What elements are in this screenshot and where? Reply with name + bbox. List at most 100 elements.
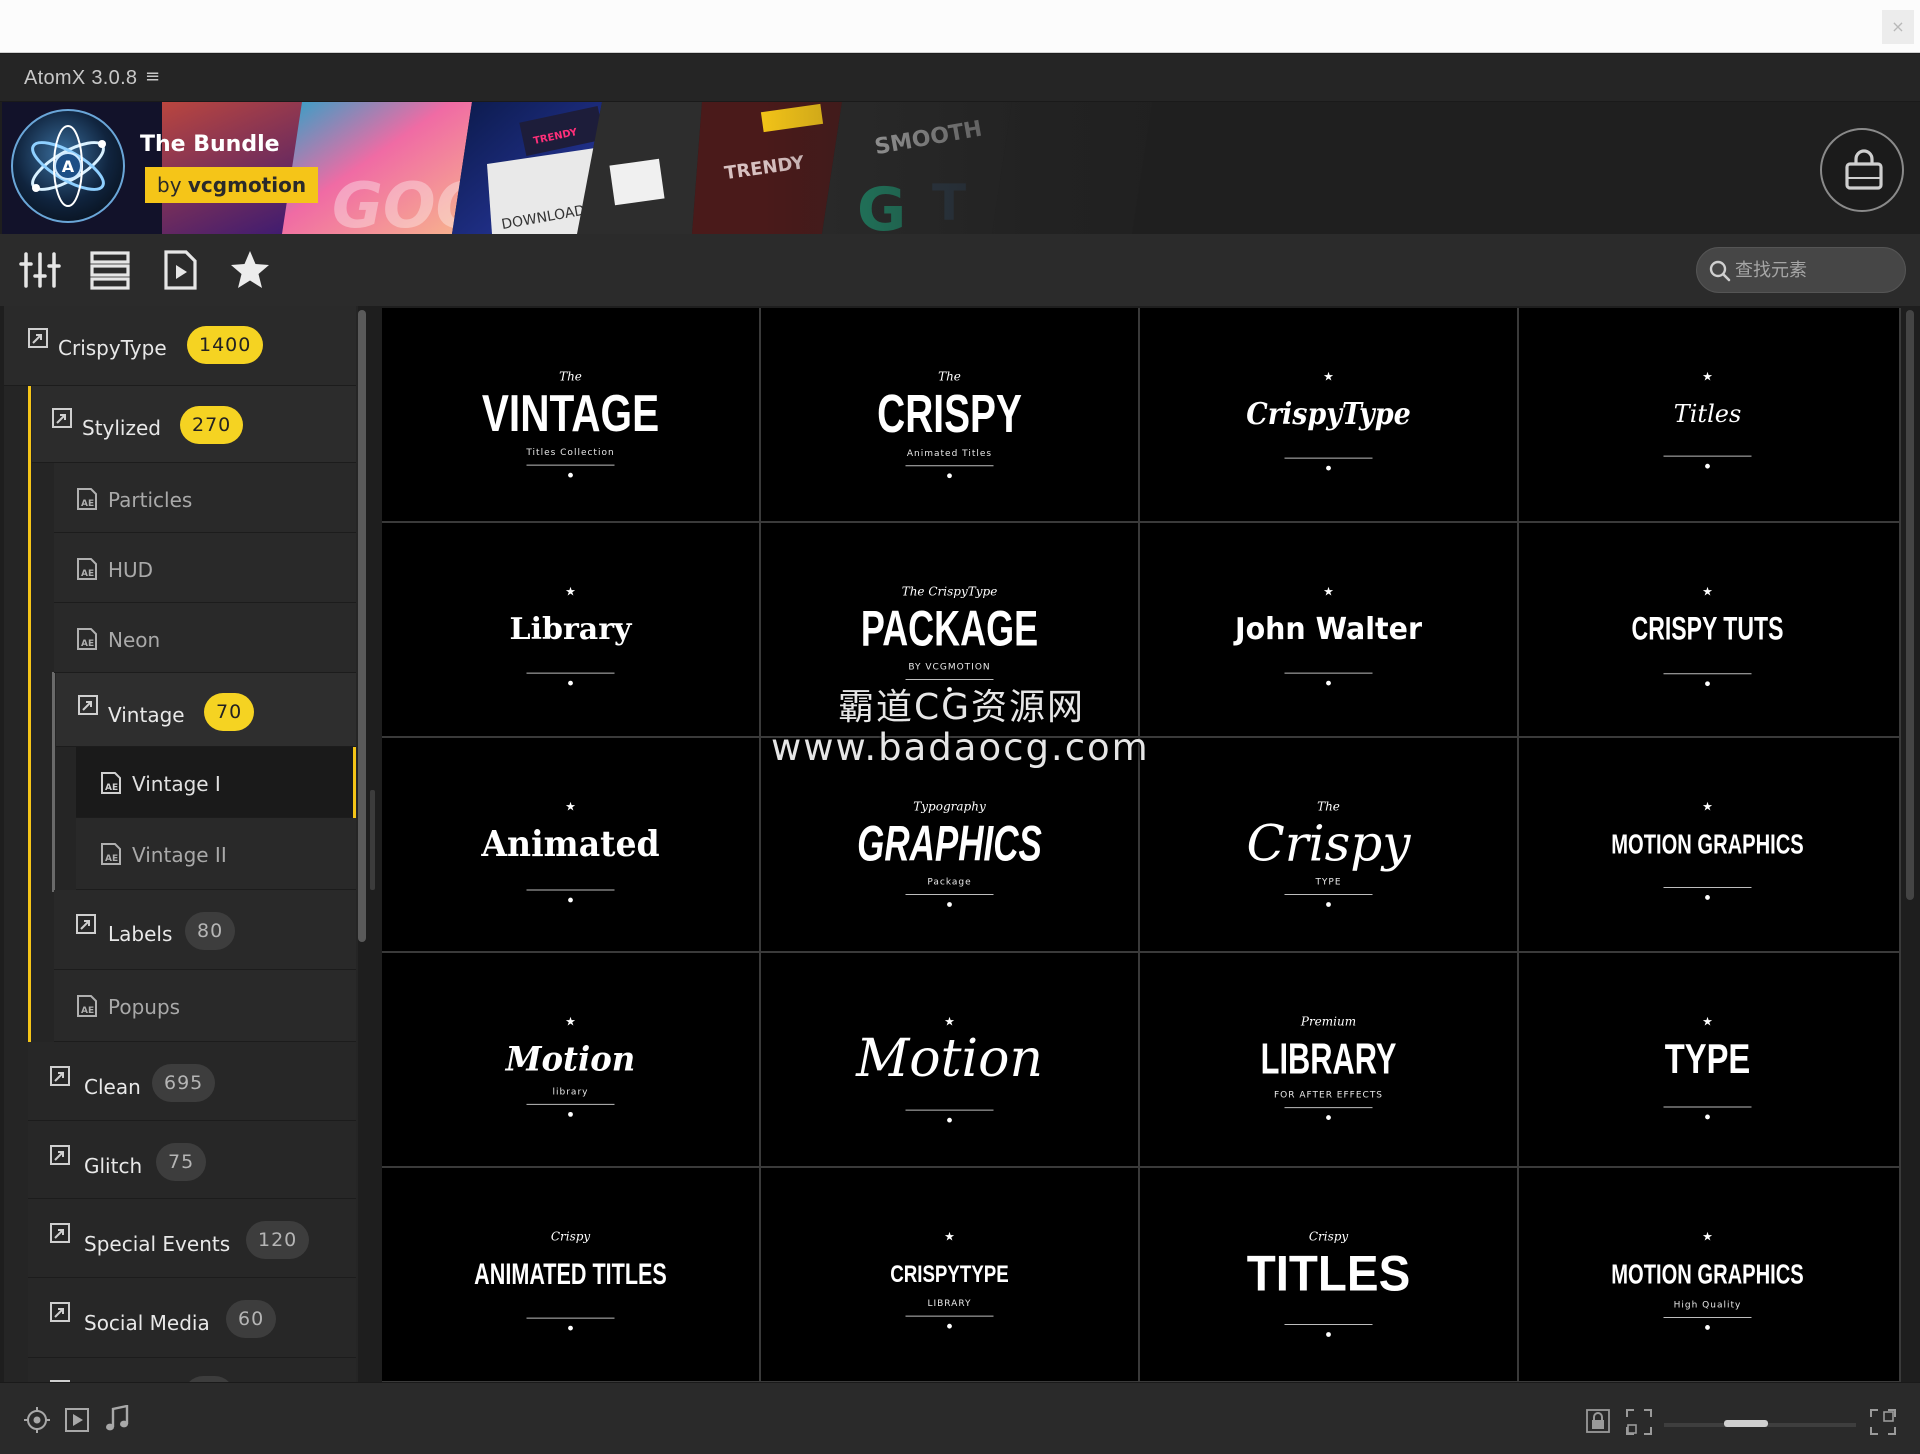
sidebar-item-neon[interactable]: AE Neon (54, 603, 356, 673)
video-file-icon[interactable] (158, 248, 202, 292)
sidebar-item-label: Popups (108, 995, 181, 1019)
window-close-button[interactable]: × (1882, 10, 1914, 44)
preset-thumbnail[interactable]: ★ TYPE (1519, 953, 1899, 1166)
preset-thumbnail[interactable]: The CRISPY Animated Titles (761, 308, 1138, 521)
count-badge: 270 (180, 406, 244, 444)
preset-artwork: Typography GRAPHICS Package (857, 800, 1042, 907)
list-icon[interactable] (88, 248, 132, 292)
preset-thumbnail[interactable]: ★ MOTION GRAPHICS High Quality (1519, 1168, 1899, 1381)
search-input[interactable] (1735, 256, 1895, 284)
preset-artwork: ★ Library (510, 585, 634, 686)
preset-thumbnail[interactable]: ★ CrispyType (1140, 308, 1517, 521)
preset-thumbnail[interactable]: Crispy ANIMATED TITLES (382, 1168, 759, 1381)
count-badge: 120 (246, 1221, 310, 1259)
preset-ornament: ★ (1323, 370, 1334, 384)
preset-thumbnail[interactable]: ★ CRISPYTYPE LIBRARY (761, 1168, 1138, 1381)
grid-scrollbar-thumb[interactable] (1906, 310, 1914, 900)
svg-text:AE: AE (105, 783, 118, 793)
sidebar-item-particles[interactable]: AE Particles (54, 463, 356, 533)
ae-file-icon: AE (77, 628, 97, 650)
shop-button[interactable] (1820, 128, 1904, 212)
preset-artwork: ★Motion (855, 1015, 1043, 1123)
preset-thumbnail[interactable]: ★ Motion library (382, 953, 759, 1166)
sidebar-item-labels[interactable]: Labels 80 (54, 890, 356, 970)
sidebar-item-vintage-ii[interactable]: AE Vintage II (76, 818, 356, 890)
preset-title: CRISPY TUTS (1632, 611, 1784, 647)
preset-subtitle-top: Premium (1300, 1015, 1356, 1029)
preset-thumbnail[interactable]: ★ CRISPY TUTS (1519, 523, 1899, 736)
preset-title: PACKAGE (861, 602, 1038, 657)
sidebar-item-clean[interactable]: Clean 695 (28, 1042, 356, 1121)
preset-thumbnail[interactable]: ★ Titles (1519, 308, 1899, 521)
preset-title: Motion (505, 1039, 635, 1079)
preset-subtitle: TYPE (1314, 878, 1341, 888)
preset-title: LIBRARY (1261, 1035, 1397, 1084)
preset-dot (1705, 681, 1710, 687)
preset-artwork: ★ MOTION GRAPHICS (1611, 800, 1804, 900)
sidebar-item-vintage-i[interactable]: AE Vintage I (76, 747, 356, 818)
watermark-line-2: www.badaocg.com (771, 726, 1150, 769)
preset-subtitle-top: Crispy (1309, 1230, 1349, 1244)
os-title-strip: × (0, 0, 1920, 53)
app-title: AtomX 3.0.8 (24, 67, 138, 89)
preset-dot (1705, 1114, 1710, 1120)
music-note-icon[interactable] (104, 1405, 130, 1433)
preset-thumbnail[interactable]: Crispy TITLES (1140, 1168, 1517, 1381)
sidebar-item-stylized[interactable]: Stylized 270 (32, 386, 356, 463)
folder-shortcut-icon (76, 914, 96, 934)
ae-file-icon: AE (77, 995, 97, 1017)
preset-subtitle: library (553, 1087, 589, 1097)
preset-thumbnail[interactable]: Premium LIBRARY FOR AFTER EFFECTS (1140, 953, 1517, 1166)
atomx-logo-icon: A (11, 109, 125, 223)
preset-thumbnail[interactable]: ★ Library (382, 523, 759, 736)
fit-icon[interactable] (1870, 1409, 1896, 1435)
sidebar-item-label: Neon (108, 628, 161, 652)
preset-thumbnail[interactable]: ★ John Walter (1140, 523, 1517, 736)
sidebar-item-social-media[interactable]: Social Media 60 (28, 1278, 356, 1358)
preset-artwork: TheCRISPY Animated Titles (877, 370, 1022, 479)
preset-ornament: ★ (1702, 370, 1713, 384)
shopping-bag-icon (1845, 149, 1883, 190)
preset-thumbnail[interactable]: ★ Animated (382, 738, 759, 951)
video-icon[interactable] (64, 1407, 90, 1433)
svg-text:AE: AE (81, 569, 94, 579)
preview-target-icon[interactable] (24, 1407, 50, 1433)
lock-icon[interactable] (1586, 1409, 1610, 1433)
preset-artwork: Crispy TITLES (1247, 1230, 1410, 1337)
sidebar-item-special-events[interactable]: Special Events 120 (28, 1199, 356, 1278)
preset-dot (568, 1111, 573, 1117)
sidebar-scrollbar-thumb[interactable] (358, 310, 366, 942)
preset-title: MOTION GRAPHICS (1611, 1259, 1803, 1290)
preset-thumbnail[interactable]: The VINTAGE Titles Collection (382, 308, 759, 521)
preset-subtitle: BY VCGMOTION (908, 663, 990, 673)
sidebar-item-hud[interactable]: AE HUD (54, 533, 356, 603)
preset-ornament: ★ (1702, 1230, 1713, 1244)
preset-title: Library (510, 612, 634, 647)
expand-icon[interactable] (1626, 1409, 1652, 1435)
hamburger-menu-icon[interactable]: ≡ (145, 66, 160, 87)
star-icon[interactable] (228, 248, 272, 292)
preset-title: CRISPYTYPE (890, 1261, 1009, 1288)
panel-resize-handle[interactable] (370, 790, 375, 890)
preset-artwork: TheCrispy TYPE (1246, 800, 1411, 907)
count-badge: 695 (152, 1064, 216, 1102)
sidebar-item-popups[interactable]: AE Popups (54, 970, 356, 1042)
sidebar-item-vintage[interactable]: Vintage 70 (56, 673, 356, 747)
ae-file-icon: AE (77, 558, 97, 580)
folder-shortcut-icon (50, 1145, 70, 1165)
sliders-icon[interactable] (18, 248, 62, 292)
preset-thumbnail[interactable]: ★ Motion (761, 953, 1138, 1166)
preset-thumbnail[interactable]: ★ MOTION GRAPHICS (1519, 738, 1899, 951)
folder-shortcut-icon (50, 1066, 70, 1086)
category-sidebar: CrispyType 1400 Stylized 270 AE Particle… (4, 306, 366, 1382)
bundle-title: The Bundle (140, 132, 280, 157)
thumbnail-size-slider-thumb[interactable] (1724, 1420, 1768, 1427)
preset-thumbnail[interactable]: Typography GRAPHICS Package (761, 738, 1138, 951)
bundle-by-prefix: by (157, 173, 182, 197)
sidebar-item-crispytype[interactable]: CrispyType 1400 (4, 306, 356, 386)
sidebar-item-glitch[interactable]: Glitch 75 (28, 1121, 356, 1199)
preset-subtitle-top: The (938, 370, 961, 384)
preset-dot (1705, 463, 1710, 469)
sidebar-item-partial[interactable] (28, 1358, 356, 1382)
preset-thumbnail[interactable]: The Crispy TYPE (1140, 738, 1517, 951)
